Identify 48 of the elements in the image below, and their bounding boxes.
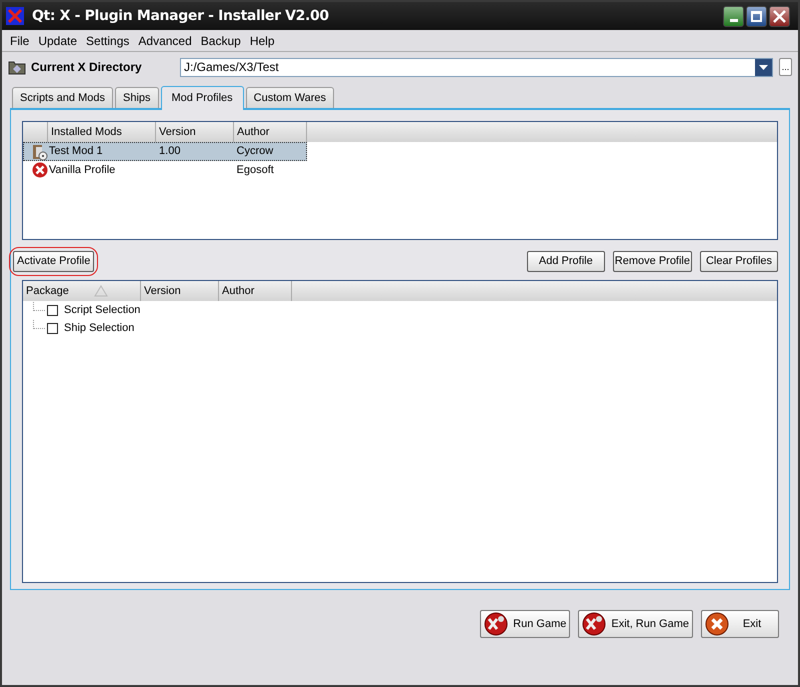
directory-label: Current X Directory	[31, 59, 143, 76]
menu-item[interactable]: Update	[38, 32, 78, 50]
cancel-icon	[32, 162, 48, 178]
sort-ascending-icon	[94, 285, 108, 297]
game-icon	[484, 612, 508, 636]
profile-button[interactable]: Remove Profile	[612, 250, 692, 272]
checkbox[interactable]	[47, 322, 58, 334]
minimize-button[interactable]	[723, 6, 744, 26]
app-icon	[6, 7, 24, 25]
table-row[interactable]: Test Mod 1 1.00 Cycrow	[23, 142, 307, 161]
action-button[interactable]: Exit, Run Game	[578, 610, 693, 638]
close-icon	[773, 10, 786, 22]
close-icon	[705, 612, 729, 636]
game-icon	[582, 612, 606, 636]
close-button[interactable]	[769, 6, 790, 26]
menu-item[interactable]: Help	[250, 32, 274, 50]
package-label: Ship Selection	[64, 320, 134, 336]
column-header[interactable]: Version	[141, 281, 219, 301]
tab[interactable]: Ships	[114, 87, 159, 108]
menu-item[interactable]: Backup	[200, 32, 241, 50]
window-title: Qt: X - Plugin Manager - Installer V2.00	[32, 6, 330, 26]
menu-item[interactable]: Settings	[86, 32, 130, 50]
checkbox[interactable]	[47, 304, 58, 316]
table-cell-text: Cycrow	[236, 144, 274, 160]
tab[interactable]: Custom Wares	[246, 87, 334, 108]
profile-button[interactable]: Clear Profiles	[700, 250, 778, 272]
tab[interactable]: Scripts and Mods	[12, 87, 113, 108]
table-row[interactable]: Vanilla Profile Egosoft	[23, 161, 307, 179]
table-cell-text: 1.00	[158, 144, 182, 160]
activate-profile-button[interactable]: Activate Profile	[13, 250, 94, 272]
package-icon	[32, 144, 48, 160]
column-header[interactable]: Author	[219, 281, 292, 301]
folder-icon	[8, 59, 26, 75]
tab[interactable]: Mod Profiles	[160, 86, 244, 110]
action-button[interactable]: Exit	[701, 610, 779, 638]
directory-combo[interactable]: J:/Games/X3/Test	[180, 58, 773, 76]
browse-button[interactable]: ...	[779, 58, 792, 76]
profile-button[interactable]: Add Profile	[526, 250, 605, 272]
table-cell-text: Vanilla Profile	[48, 162, 116, 178]
table-cell-text: Egosoft	[236, 162, 275, 178]
action-button[interactable]: Run Game	[480, 610, 570, 638]
package-label: Script Selection	[64, 302, 140, 318]
column-header[interactable]: Package	[23, 281, 141, 301]
maximize-button[interactable]	[746, 6, 767, 26]
menu-item[interactable]: Advanced	[138, 32, 192, 50]
menu-item[interactable]: File	[10, 32, 30, 50]
dropdown-icon[interactable]	[755, 58, 772, 76]
table-cell-text: Test Mod 1	[48, 144, 104, 160]
